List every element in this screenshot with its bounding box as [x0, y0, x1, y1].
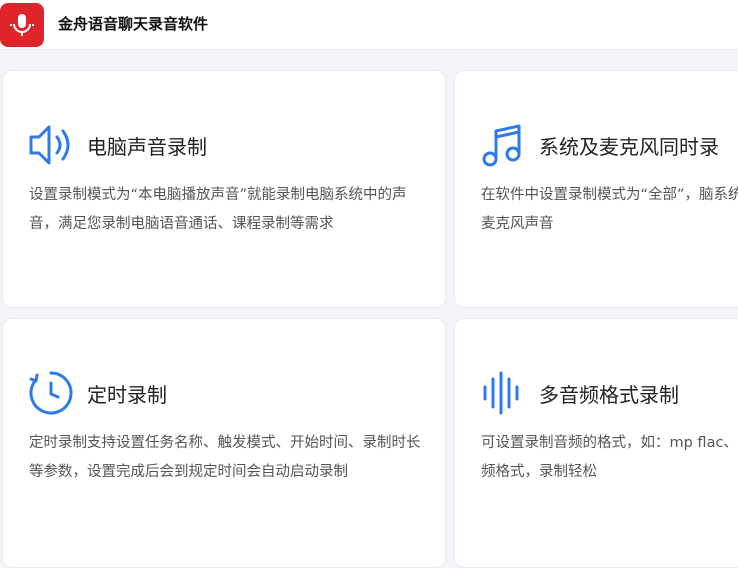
feature-title: 定时录制 — [87, 383, 167, 407]
feature-title: 电脑声音录制 — [87, 135, 207, 159]
music-note-icon — [482, 124, 521, 167]
app-title: 金舟语音聊天录音软件 — [58, 15, 209, 33]
feature-card-multi-format: 多音频格式录制 可设置录制音频的格式，如：mp flac、m4a等音频格式，录制… — [454, 318, 738, 568]
app-logo — [0, 3, 44, 47]
feature-title: 多音频格式录制 — [539, 383, 679, 407]
sound-wave-icon — [483, 371, 519, 415]
feature-title: 系统及麦克风同时录 — [539, 135, 719, 159]
feature-description: 设置录制模式为“本电脑播放声音”就能录制电脑系统中的声音，满足您录制电脑语音通话… — [29, 187, 407, 232]
speaker-icon — [29, 125, 70, 165]
feature-card-system-and-mic: 系统及麦克风同时录 在软件中设置录制模式为“全部”，脑系统的声音跟麦克风声音 — [454, 70, 738, 308]
feature-description: 在软件中设置录制模式为“全部”，脑系统的声音跟麦克风声音 — [481, 187, 738, 232]
feature-description: 定时录制支持设置任务名称、触发模式、开始时间、录制时长等参数，设置完成后会到规定… — [29, 435, 421, 480]
feature-description: 可设置录制音频的格式，如：mp flac、m4a等音频格式，录制轻松 — [481, 435, 738, 480]
app-header: 金舟语音聊天录音软件 — [0, 0, 738, 50]
timer-icon — [29, 371, 73, 415]
feature-card-pc-audio: 电脑声音录制 设置录制模式为“本电脑播放声音”就能录制电脑系统中的声音，满足您录… — [2, 70, 446, 308]
feature-card-scheduled-recording: 定时录制 定时录制支持设置任务名称、触发模式、开始时间、录制时长等参数，设置完成… — [2, 318, 446, 568]
microphone-icon — [10, 14, 34, 36]
